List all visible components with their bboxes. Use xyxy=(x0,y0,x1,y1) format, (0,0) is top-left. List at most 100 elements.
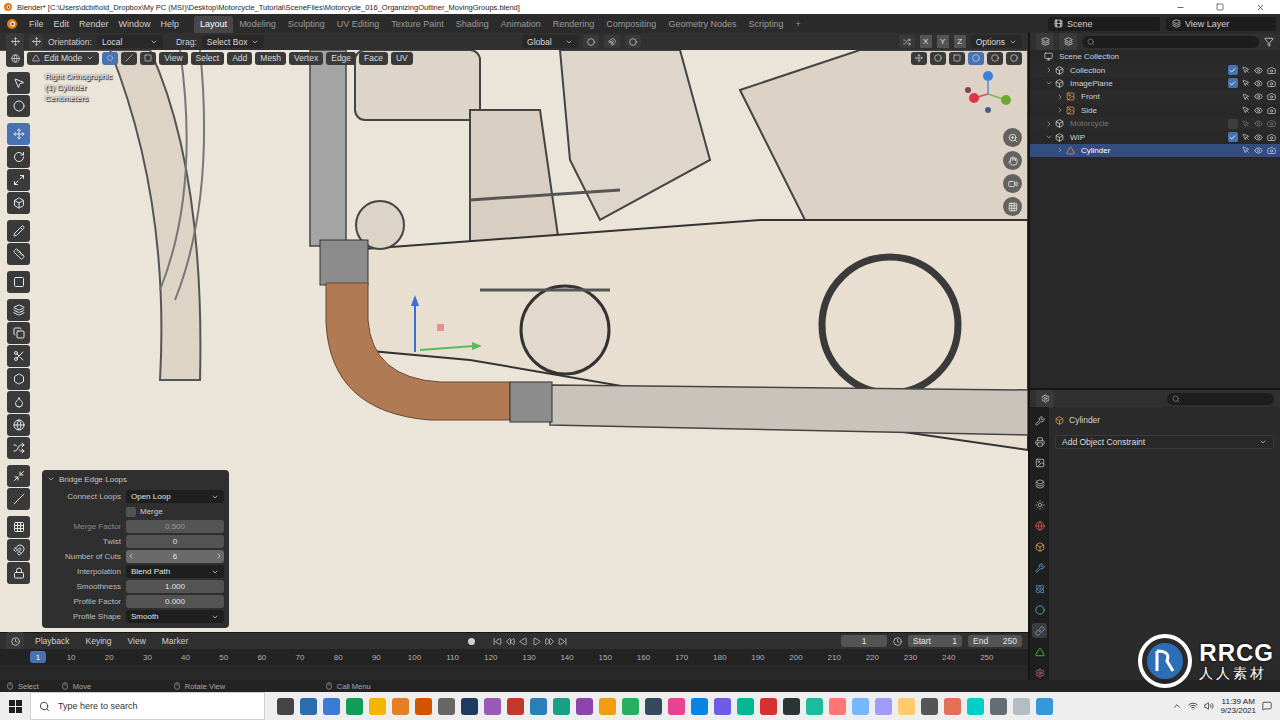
properties-tab[interactable] xyxy=(1032,413,1047,428)
scene-selector[interactable]: Scene xyxy=(1048,17,1160,31)
editor-type-icon[interactable] xyxy=(1036,390,1054,408)
header-menu[interactable]: Edge xyxy=(326,52,356,65)
outliner-row[interactable]: ImagePlane xyxy=(1030,77,1280,90)
camera-icon[interactable] xyxy=(1267,92,1276,101)
timeline-menu[interactable]: Playback xyxy=(30,635,75,647)
outliner-row[interactable]: Motorcycle xyxy=(1030,117,1280,130)
header-menu[interactable]: Face xyxy=(359,52,388,65)
app-icon[interactable] xyxy=(645,698,662,715)
header-menu[interactable]: Add xyxy=(227,52,252,65)
preview-range-icon[interactable] xyxy=(893,637,902,646)
app-icon[interactable] xyxy=(346,698,363,715)
zoom-icon[interactable] xyxy=(1003,128,1022,147)
timeline-menu[interactable]: View xyxy=(123,635,151,647)
app-icon[interactable] xyxy=(737,698,754,715)
properties-tab[interactable] xyxy=(1032,665,1047,680)
app-icon[interactable] xyxy=(944,698,961,715)
number-field[interactable]: 0.500 xyxy=(126,520,224,533)
app-icon[interactable] xyxy=(829,698,846,715)
properties-tab[interactable] xyxy=(1032,476,1047,491)
decrement-icon[interactable] xyxy=(127,552,135,560)
workspace-tab[interactable]: Geometry Nodes xyxy=(662,16,742,33)
properties-tab[interactable] xyxy=(1032,560,1047,575)
tool-button[interactable] xyxy=(7,391,30,413)
transform-gizmo-icon[interactable] xyxy=(911,52,927,65)
workspace-tab[interactable]: Texture Paint xyxy=(385,16,450,33)
display-mode-icon[interactable] xyxy=(1059,33,1077,51)
view-layer-selector[interactable]: View Layer xyxy=(1166,17,1276,31)
app-icon[interactable] xyxy=(898,698,915,715)
eye-icon[interactable] xyxy=(1254,133,1263,142)
rendered-shading-icon[interactable] xyxy=(1006,52,1022,65)
tool-button[interactable] xyxy=(7,220,30,242)
expand-icon[interactable] xyxy=(1045,66,1055,74)
tool-button[interactable] xyxy=(7,437,30,459)
camera-icon[interactable] xyxy=(1267,66,1276,75)
app-icon[interactable] xyxy=(507,698,524,715)
app-icon[interactable] xyxy=(599,698,616,715)
workspace-tab[interactable]: Rendering xyxy=(547,16,601,33)
editor-type-icon[interactable] xyxy=(6,33,24,51)
workspace-tab[interactable]: UV Editing xyxy=(331,16,386,33)
expand-icon[interactable] xyxy=(1045,133,1055,141)
camera-icon[interactable] xyxy=(1267,106,1276,115)
app-icon[interactable] xyxy=(369,698,386,715)
app-icon[interactable] xyxy=(852,698,869,715)
outliner-row[interactable]: WIP xyxy=(1030,130,1280,143)
tool-button[interactable] xyxy=(7,539,30,561)
workspace-tab[interactable]: Scripting xyxy=(742,16,789,33)
add-constraint-button[interactable]: Add Object Constraint xyxy=(1055,435,1274,449)
tool-button[interactable] xyxy=(7,169,30,191)
header-menu[interactable]: Mesh xyxy=(255,52,286,65)
mirror-axis-button[interactable]: Y xyxy=(937,35,949,48)
workspace-tab[interactable]: Shading xyxy=(450,16,495,33)
app-icon[interactable] xyxy=(622,698,639,715)
camera-icon[interactable] xyxy=(1267,119,1276,128)
edge-select-icon[interactable] xyxy=(121,52,137,65)
properties-tab[interactable] xyxy=(1032,455,1047,470)
tool-button[interactable] xyxy=(7,192,30,214)
select-icon[interactable] xyxy=(1241,146,1250,155)
pivot-icon[interactable] xyxy=(583,35,599,48)
tool-button[interactable] xyxy=(7,271,30,293)
start-button[interactable] xyxy=(0,692,30,720)
camera-icon[interactable] xyxy=(1267,133,1276,142)
jump-end-icon[interactable] xyxy=(558,637,567,646)
properties-tab[interactable] xyxy=(1032,434,1047,449)
select-icon[interactable] xyxy=(1241,66,1250,75)
playhead[interactable]: 1 xyxy=(30,651,46,663)
app-icon[interactable] xyxy=(760,698,777,715)
tool-button[interactable] xyxy=(7,95,30,117)
app-icon[interactable] xyxy=(1036,698,1053,715)
menu-item[interactable]: Window xyxy=(114,18,156,30)
tool-button[interactable] xyxy=(7,368,30,390)
number-field[interactable]: 6 xyxy=(126,550,224,563)
workspace-tab[interactable]: Sculpting xyxy=(282,16,331,33)
timeline-menu[interactable]: Marker xyxy=(157,635,193,647)
app-icon[interactable] xyxy=(392,698,409,715)
exclude-checkbox[interactable] xyxy=(1228,79,1237,88)
exclude-checkbox[interactable] xyxy=(1228,146,1237,155)
app-icon[interactable] xyxy=(530,698,547,715)
tool-button[interactable] xyxy=(7,322,30,344)
exclude-checkbox[interactable] xyxy=(1228,66,1237,75)
eye-icon[interactable] xyxy=(1254,106,1263,115)
select-icon[interactable] xyxy=(1241,106,1250,115)
clock[interactable]: 11:39 AM9/23/2021 xyxy=(1220,697,1256,715)
exclude-checkbox[interactable] xyxy=(1228,119,1237,128)
end-frame-field[interactable]: End250 xyxy=(968,635,1022,647)
tool-button[interactable] xyxy=(7,146,30,168)
app-icon[interactable] xyxy=(875,698,892,715)
outliner-row[interactable]: Front xyxy=(1030,90,1280,103)
blender-logo-icon[interactable] xyxy=(4,18,18,30)
properties-tab[interactable] xyxy=(1032,497,1047,512)
tool-button[interactable] xyxy=(7,516,30,538)
workspace-tab[interactable]: Modeling xyxy=(233,16,282,33)
app-icon[interactable] xyxy=(415,698,432,715)
material-shading-icon[interactable] xyxy=(987,52,1003,65)
expand-icon[interactable] xyxy=(1056,93,1066,101)
tool-button[interactable] xyxy=(7,299,30,321)
mode-dropdown[interactable]: Edit Mode xyxy=(27,52,99,65)
app-icon[interactable] xyxy=(484,698,501,715)
solid-shading-icon[interactable] xyxy=(968,52,984,65)
